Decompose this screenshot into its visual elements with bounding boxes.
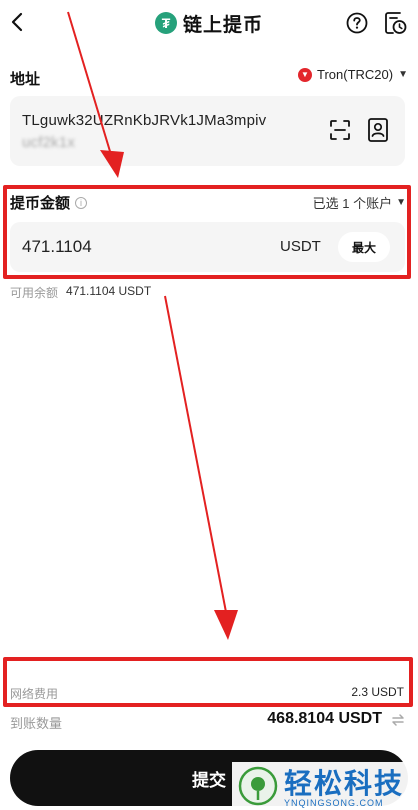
available-value: 471.1104 USDT xyxy=(66,284,152,298)
arrow-to-fee xyxy=(164,295,238,640)
help-icon[interactable] xyxy=(346,12,368,34)
usdt-logo-icon: ₮ xyxy=(154,12,177,34)
address-value: TLguwk32UZRnKbJRVk1JMa3mpiv ucf2k1x xyxy=(22,110,322,154)
address-input[interactable]: TLguwk32UZRnKbJRVk1JMa3mpiv ucf2k1x xyxy=(10,96,405,166)
page-title: 链上提币 xyxy=(182,14,263,36)
address-main: TLguwk32UZRnKbJRVk1JMa3mpiv xyxy=(22,112,267,129)
scan-icon[interactable] xyxy=(328,118,352,142)
highlight-box-amount xyxy=(3,185,411,279)
available-label: 可用余额 xyxy=(10,286,59,300)
network-name: Tron(TRC20) xyxy=(317,67,394,82)
history-icon[interactable] xyxy=(382,10,408,36)
fee-value: 2.3 USDT xyxy=(351,685,404,699)
address-tail: ucf2k1x xyxy=(22,134,76,151)
watermark: 轻松科技 YNQINGSONG.COM xyxy=(232,762,418,810)
address-book-icon[interactable] xyxy=(366,117,390,143)
header: ₮ 链上提币 xyxy=(0,0,418,46)
caret-down-icon: ▼ xyxy=(398,69,408,80)
swap-icon[interactable] xyxy=(390,712,406,728)
watermark-cn: 轻松科技 xyxy=(284,768,405,799)
tron-icon: ▼ xyxy=(298,67,312,82)
available-balance: 可用余额 471.1104 USDT xyxy=(10,284,151,301)
receive-value: 468.8104 USDT xyxy=(267,710,382,727)
highlight-box-fee xyxy=(3,657,413,707)
address-label: 地址 xyxy=(10,71,41,88)
fee-label: 网络费用 xyxy=(10,687,59,701)
receive-label: 到账数量 xyxy=(10,716,63,731)
network-selector[interactable]: ▼ Tron(TRC20) ▼ xyxy=(298,67,408,82)
watermark-logo-icon xyxy=(238,766,278,806)
watermark-en: YNQINGSONG.COM xyxy=(284,798,384,808)
